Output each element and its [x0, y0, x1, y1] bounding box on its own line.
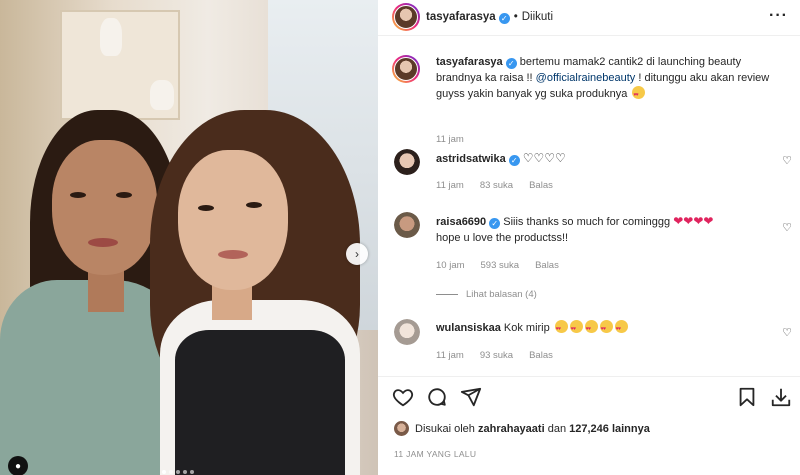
- post-details-panel: tasyafarasya ✓ • Diikuti ··· tasyafarasya ✓ …: [378, 0, 800, 475]
- replies-divider: [436, 294, 458, 295]
- user-tag-icon: ●: [14, 460, 22, 472]
- heart-eyes-emoji-icon: [584, 320, 598, 337]
- verified-badge-icon: ✓: [489, 218, 501, 229]
- bookmark-icon[interactable]: [736, 386, 758, 408]
- photo-vase: [100, 18, 122, 56]
- likes-prefix: Disukai oleh: [415, 422, 475, 435]
- comment-like-count[interactable]: 593 suka: [481, 260, 520, 271]
- comment-text: raisa6690 ✓ Siiis thanks so much for comi…: [436, 213, 776, 246]
- view-replies-label: Lihat balasan (4): [466, 289, 537, 300]
- comment-username[interactable]: wulansiskaa: [436, 322, 501, 334]
- download-icon[interactable]: [770, 386, 792, 408]
- author-username[interactable]: tasyafarasya: [426, 11, 496, 23]
- person-right-vest: [175, 330, 345, 475]
- comment-username[interactable]: astridsatwika: [436, 153, 506, 165]
- chevron-right-icon: ›: [355, 247, 359, 261]
- caption-text: tasyafarasya ✓ bertemu mamak2 cantik2 di …: [436, 54, 776, 103]
- avatar[interactable]: [394, 421, 409, 436]
- post-photo[interactable]: › ●: [0, 0, 378, 475]
- reply-button[interactable]: Balas: [535, 260, 559, 271]
- likes-summary: Disukai oleh zahrahayaati dan 127,246 la…: [394, 421, 650, 436]
- comment-meta: 11 jam 93 suka Balas: [436, 350, 553, 361]
- comment-like-count[interactable]: 93 suka: [480, 350, 513, 361]
- comment-username[interactable]: raisa6690: [436, 216, 486, 228]
- avatar[interactable]: [394, 212, 420, 238]
- reply-button[interactable]: Balas: [529, 180, 553, 191]
- heart-eyes-emoji-icon: [614, 320, 628, 337]
- photo-vase: [150, 80, 174, 110]
- caption-username[interactable]: tasyafarasya: [436, 56, 503, 68]
- avatar[interactable]: [392, 3, 420, 31]
- verified-badge-icon: ✓: [498, 13, 510, 24]
- heart-icon[interactable]: [392, 386, 414, 408]
- post-timestamp[interactable]: 11 JAM YANG LALU: [394, 449, 476, 459]
- likes-middle: dan: [547, 422, 567, 435]
- avatar[interactable]: [394, 319, 420, 345]
- comment-time: 10 jam: [436, 260, 465, 271]
- more-options-icon[interactable]: ···: [769, 7, 788, 25]
- user-tag-button[interactable]: ●: [8, 456, 28, 475]
- person-right-face: [178, 150, 288, 290]
- comment-text: wulansiskaa Kok mirip: [436, 320, 776, 337]
- reply-button[interactable]: Balas: [529, 350, 553, 361]
- verified-badge-icon: ✓: [505, 58, 517, 69]
- comment-meta: 10 jam 593 suka Balas: [436, 260, 559, 271]
- red-hearts-emoji: ❤❤❤❤: [673, 214, 714, 228]
- comments-list: tasyafarasya ✓ bertemu mamak2 cantik2 di …: [378, 36, 800, 376]
- comment-body: Siiis thanks so much for cominggg: [503, 216, 671, 228]
- post-author: tasyafarasya ✓ • Diikuti: [426, 11, 553, 24]
- comment-meta: 11 jam 83 suka Balas: [436, 180, 553, 191]
- caption-time: 11 jam: [436, 134, 464, 145]
- avatar[interactable]: [394, 149, 420, 175]
- comment-text: astridsatwika ✓ ♡♡♡♡: [436, 150, 776, 167]
- comment-body: ♡♡♡♡: [522, 151, 566, 165]
- comment-body-line2: hope u love the productss!!: [436, 232, 569, 244]
- heart-eyes-emoji-icon: [554, 320, 568, 337]
- heart-eyes-emoji-icon: [569, 320, 583, 337]
- verified-badge-icon: ✓: [508, 155, 520, 166]
- person-left-face: [52, 140, 157, 275]
- comment-icon[interactable]: [426, 386, 448, 408]
- likes-count[interactable]: 127,246 lainnya: [569, 423, 650, 435]
- share-icon[interactable]: [460, 386, 482, 408]
- caption-meta: 11 jam: [436, 134, 464, 145]
- post-header: tasyafarasya ✓ • Diikuti ···: [378, 0, 800, 36]
- follow-status-button[interactable]: Diikuti: [522, 11, 553, 23]
- next-photo-button[interactable]: ›: [346, 243, 368, 265]
- carousel-dots: [162, 470, 194, 474]
- comment-like-heart-icon[interactable]: ♡: [782, 221, 792, 234]
- post-actions: Disukai oleh zahrahayaati dan 127,246 la…: [378, 376, 800, 475]
- heart-eyes-emoji-icon: [632, 86, 646, 103]
- caption-mention-link[interactable]: @officialrainebeauty: [536, 72, 636, 84]
- comment-body: Kok mirip: [503, 322, 550, 334]
- comment-like-count[interactable]: 83 suka: [480, 180, 513, 191]
- comment-like-heart-icon[interactable]: ♡: [782, 326, 792, 339]
- comment-like-heart-icon[interactable]: ♡: [782, 154, 792, 167]
- separator-dot: •: [513, 11, 518, 23]
- view-replies-button[interactable]: Lihat balasan (4): [436, 289, 537, 300]
- likes-user[interactable]: zahrahayaati: [478, 423, 545, 435]
- avatar[interactable]: [392, 55, 420, 83]
- comment-time: 11 jam: [436, 180, 464, 191]
- comment-time: 11 jam: [436, 350, 464, 361]
- heart-eyes-emoji-icon: [599, 320, 613, 337]
